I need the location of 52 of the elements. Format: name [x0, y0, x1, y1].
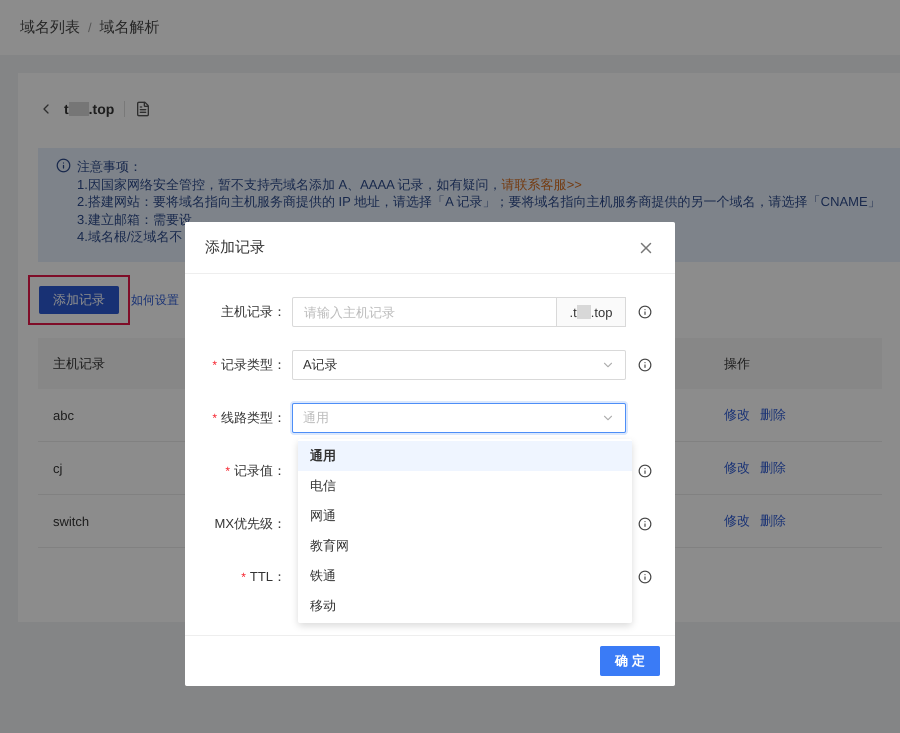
notice-title: 注意事项：	[77, 158, 143, 176]
notice-line: 4.域名根/泛域名不	[77, 228, 182, 246]
action-link[interactable]: 删除	[760, 406, 786, 424]
dropdown-option[interactable]: 通用	[298, 441, 632, 471]
field-label: TTL：	[250, 568, 286, 586]
dropdown-option[interactable]: 电信	[298, 471, 632, 501]
contact-link[interactable]: 请联系客服>>	[502, 176, 582, 193]
breadcrumb-item: 域名解析	[100, 18, 160, 37]
notice-line: 2.搭建网站：要将域名指向主机服务商提供的 IP 地址，请选择「A 记录」；要将域名指向主机服务商提供的另一个域名，请选择「CNAME」	[77, 193, 881, 210]
required-mark: *	[212, 411, 217, 425]
document-icon[interactable]	[135, 101, 152, 117]
field-label: MX优先级：	[214, 515, 286, 533]
table-cell: switch	[53, 514, 90, 528]
confirm-button[interactable]: 确 定	[600, 646, 660, 676]
action-link[interactable]: 修改	[724, 406, 750, 424]
info-icon[interactable]	[638, 464, 652, 478]
action-link[interactable]: 修改	[724, 512, 750, 530]
info-icon[interactable]	[638, 570, 652, 584]
dropdown-option[interactable]: 网通	[298, 501, 632, 531]
field-label: 记录值：	[234, 462, 286, 480]
required-mark: *	[241, 570, 246, 584]
action-link[interactable]: 删除	[760, 459, 786, 477]
host-record-field[interactable]: 请输入主机记录	[292, 297, 557, 327]
table-cell: abc	[53, 408, 74, 422]
field-label: 主机记录：	[221, 303, 286, 321]
info-icon[interactable]	[638, 358, 652, 372]
dropdown-option[interactable]: 移动	[298, 591, 632, 621]
dropdown-option[interactable]: 铁通	[298, 561, 632, 591]
domain-name: t	[64, 101, 69, 117]
breadcrumb-separator: /	[88, 20, 92, 35]
table-cell: cj	[53, 460, 62, 476]
column-header: 操作	[724, 354, 750, 372]
info-icon[interactable]	[638, 305, 652, 319]
info-icon	[56, 158, 71, 174]
select-field[interactable]: 通用	[292, 403, 626, 433]
required-mark: *	[225, 464, 230, 478]
help-link[interactable]: 如何设置	[131, 292, 179, 308]
field-label: 线路类型：	[221, 409, 286, 427]
breadcrumb-item[interactable]: 域名列表	[20, 18, 80, 37]
action-link[interactable]: 修改	[724, 459, 750, 477]
required-mark: *	[212, 358, 217, 372]
action-link[interactable]: 删除	[760, 512, 786, 530]
info-icon[interactable]	[638, 517, 652, 531]
dialog-title: 添加记录	[205, 238, 265, 257]
notice-line: 1.因国家网络安全管控，暂不支持壳域名添加 A、AAAA 记录，如有疑问，	[77, 176, 502, 193]
dropdown-option[interactable]: 教育网	[298, 531, 632, 561]
column-header: 主机记录	[53, 356, 105, 370]
add-record-button[interactable]: 添加记录	[39, 286, 119, 314]
select-field[interactable]: A记录	[292, 350, 626, 380]
field-label: 记录类型：	[221, 356, 286, 374]
domain-addon: .t .top	[557, 297, 626, 327]
domain-name: .top	[88, 101, 114, 117]
